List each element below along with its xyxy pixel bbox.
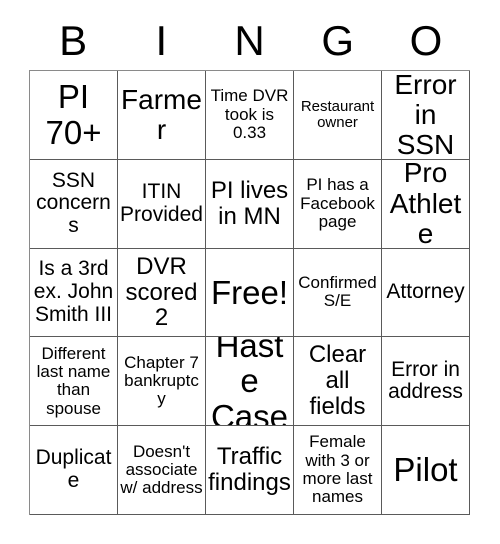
- bingo-cell[interactable]: Different last name than spouse: [30, 337, 118, 427]
- bingo-header-row: B I N G O: [29, 14, 470, 68]
- bingo-cell[interactable]: DVR scored 2: [118, 248, 206, 338]
- bingo-cell[interactable]: Error in SSN: [382, 71, 470, 160]
- bingo-cell[interactable]: SSN concerns: [30, 159, 118, 249]
- bingo-cell-label: Clear all fields: [308, 341, 367, 421]
- bingo-cell-label: Restaurant owner: [300, 97, 375, 131]
- bingo-cell-label: SSN concerns: [36, 168, 111, 238]
- bingo-cell[interactable]: PI 70+: [30, 71, 118, 160]
- bingo-header-letter-i: I: [155, 17, 168, 64]
- bingo-cell[interactable]: Haste Case: [206, 337, 294, 427]
- bingo-cell-label: Farmer: [121, 83, 202, 145]
- bingo-cell-label: ITIN Provided: [120, 180, 203, 226]
- bingo-header-letter-n: N: [234, 17, 265, 64]
- bingo-cell-label: Pro Athlete: [389, 159, 462, 249]
- bingo-cell-label: Free!: [210, 273, 289, 311]
- bingo-cell-label: PI 70+: [45, 78, 102, 151]
- bingo-cell[interactable]: Clear all fields: [294, 337, 382, 427]
- bingo-cell-label: Is a 3rd ex. John Smith III: [33, 257, 114, 326]
- bingo-cell[interactable]: Restaurant owner: [294, 71, 382, 160]
- bingo-cell-label: Doesn't associate w/ address: [120, 441, 203, 498]
- bingo-cell-label: Haste Case: [210, 337, 289, 427]
- bingo-cell-label: Time DVR took is 0.33: [210, 86, 289, 143]
- bingo-header-letter-g: G: [321, 17, 355, 64]
- bingo-cell[interactable]: Pilot: [382, 426, 470, 515]
- bingo-cell[interactable]: Pro Athlete: [382, 159, 470, 249]
- bingo-cell-label: Pilot: [393, 451, 458, 489]
- bingo-cell-label: Duplicate: [35, 446, 112, 493]
- bingo-cell-label: Female with 3 or more last names: [302, 432, 373, 507]
- bingo-cell[interactable]: Farmer: [118, 71, 206, 160]
- bingo-cell[interactable]: Attorney: [382, 248, 470, 338]
- bingo-cell[interactable]: Error in address: [382, 337, 470, 427]
- bingo-cell-label: PI has a Facebook page: [300, 175, 375, 231]
- bingo-header-letter-o: O: [409, 17, 443, 64]
- bingo-cell[interactable]: Chapter 7 bankruptcy: [118, 337, 206, 427]
- bingo-cell[interactable]: Time DVR took is 0.33: [206, 71, 294, 160]
- bingo-cell[interactable]: Confirmed S/E: [294, 248, 382, 338]
- bingo-cell[interactable]: Is a 3rd ex. John Smith III: [30, 248, 118, 338]
- bingo-cell-free[interactable]: Free!: [206, 248, 294, 338]
- bingo-cell-label: PI lives in MN: [210, 176, 289, 230]
- bingo-cell[interactable]: ITIN Provided: [118, 159, 206, 249]
- bingo-grid: PI 70+ Farmer Time DVR took is 0.33 Rest…: [29, 70, 470, 515]
- bingo-header-letter-b: B: [59, 17, 88, 64]
- bingo-card: B I N G O PI 70+ Farmer Time DVR took is…: [0, 0, 500, 544]
- bingo-cell-label: Error in SSN: [394, 71, 457, 160]
- bingo-cell-label: Attorney: [386, 280, 465, 304]
- bingo-cell[interactable]: Doesn't associate w/ address: [118, 426, 206, 515]
- bingo-cell-label: Chapter 7 bankruptcy: [124, 352, 199, 409]
- bingo-cell-label: Different last name than spouse: [36, 343, 111, 418]
- bingo-cell-label: Traffic findings: [208, 443, 291, 497]
- bingo-cell[interactable]: PI lives in MN: [206, 159, 294, 249]
- bingo-cell-label: DVR scored 2: [125, 252, 198, 332]
- bingo-cell[interactable]: Traffic findings: [206, 426, 294, 515]
- bingo-cell[interactable]: PI has a Facebook page: [294, 159, 382, 249]
- bingo-cell-label: Error in address: [388, 357, 463, 404]
- bingo-cell[interactable]: Duplicate: [30, 426, 118, 515]
- bingo-cell-label: Confirmed S/E: [298, 273, 377, 311]
- bingo-cell[interactable]: Female with 3 or more last names: [294, 426, 382, 515]
